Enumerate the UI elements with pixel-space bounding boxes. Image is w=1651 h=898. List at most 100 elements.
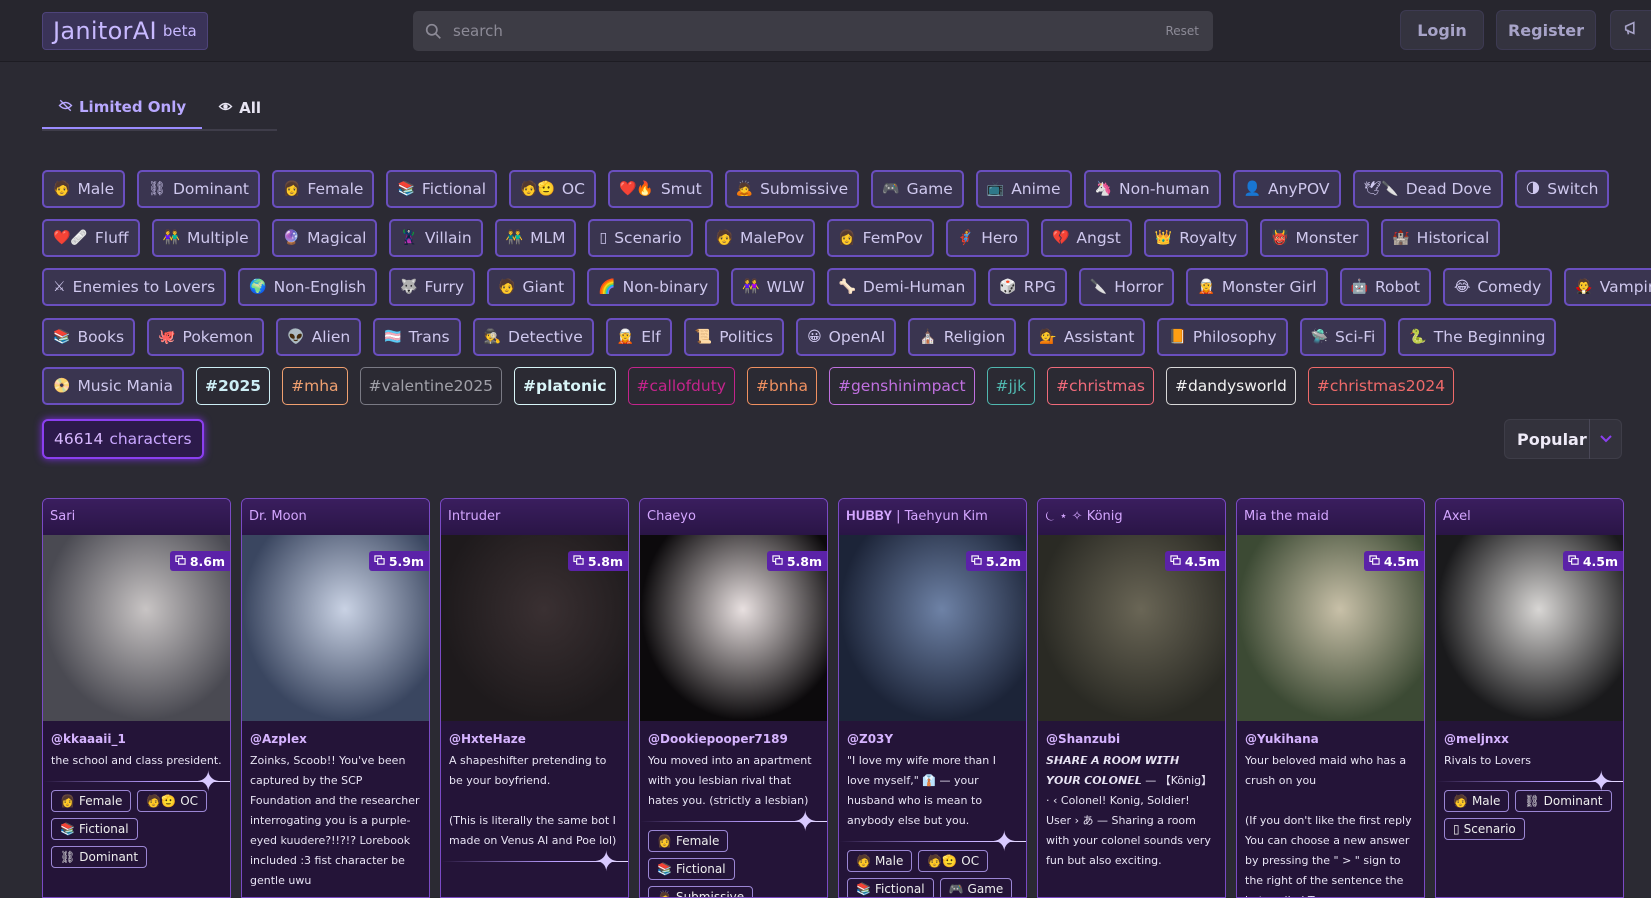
tag-female[interactable]: 👩 Female [271,170,375,208]
character-image[interactable]: 4.5m [1436,535,1623,721]
tag-smut[interactable]: ❤️🔥 Smut [607,170,713,208]
search-input[interactable] [453,22,1166,40]
character-card[interactable]: ⏾ ⋆ ✧ König 4.5m @Shanzubi 𝙎𝙃𝘼𝙍𝙀 𝘼 𝙍𝙊𝙊𝙈 𝙒𝙄𝙏… [1037,498,1226,898]
character-card[interactable]: Dr. Moon 5.9m @Azplex Zoinks, Scoob!! You'v… [241,498,430,898]
card-tag[interactable]: 📚 Fictional [51,818,138,840]
tag-multiple[interactable]: 👫 Multiple [151,219,260,257]
tag-submissive[interactable]: 🙇 Submissive [724,170,860,208]
card-author[interactable]: @Azplex [242,721,429,746]
character-image[interactable]: 5.2m [839,535,1026,721]
hashtag-dandysworld[interactable]: #dandysworld [1165,367,1296,405]
tag-vampire[interactable]: 🧛 Vampire [1564,268,1651,306]
card-tag[interactable]: ▯ Scenario [1444,818,1525,840]
tag-enemies-to-lovers[interactable]: ⚔ Enemies to Lovers [42,268,227,306]
tag-demi-human[interactable]: 🦴 Demi-Human [827,268,977,306]
tag-villain[interactable]: 🦹 Villain [389,219,483,257]
hashtag-callofduty[interactable]: #callofduty [627,367,735,405]
tag-male[interactable]: 🧑 Male [42,170,126,208]
character-image[interactable]: 5.8m [441,535,628,721]
tag-books[interactable]: 📚 Books [42,318,136,356]
card-author[interactable]: @meljnxx [1436,721,1623,746]
tab-limited-only[interactable]: Limited Only [42,87,203,129]
hashtag-christmas[interactable]: #christmas [1047,367,1154,405]
tag-monster[interactable]: 👹 Monster [1260,219,1370,257]
tag-royalty[interactable]: 👑 Royalty [1143,219,1249,257]
card-author[interactable]: @Dookiepooper7189 [640,721,827,746]
site-logo[interactable]: JanitorAI beta [42,12,208,50]
tag-non-english[interactable]: 🌍 Non-English [238,268,378,306]
chevron-down-icon[interactable] [1589,419,1621,459]
card-tag[interactable]: 🙇 Submissive [648,886,754,897]
character-card[interactable]: 𝐇𝐔𝐁𝐁𝐘 | Taehyun Kim 5.2m @Z03Y "I love my w… [838,498,1027,898]
tag-openai[interactable]: 😀 OpenAI [796,318,897,356]
hashtag-platonic[interactable]: #platonic [514,367,616,405]
tag-assistant[interactable]: 💁 Assistant [1028,318,1146,356]
hashtag-valentine2025[interactable]: #valentine2025 [359,367,503,405]
character-image[interactable]: 5.8m [640,535,827,721]
character-image[interactable]: 4.5m [1237,535,1424,721]
tag-politics[interactable]: 📜 Politics [683,318,785,356]
tag-mlm[interactable]: 👬 MLM [494,219,577,257]
card-author[interactable]: @kkaaaii_1 [43,721,230,746]
character-image[interactable]: 5.9m [242,535,429,721]
tag-elf[interactable]: 🧝 Elf [605,318,672,356]
character-card[interactable]: Mia the maid 4.5m @Yukihana Your beloved ma… [1236,498,1425,898]
hashtag-2025[interactable]: #2025 [195,367,271,405]
card-tag[interactable]: 👩 Female [51,790,132,812]
tag-non-binary[interactable]: 🌈 Non-binary [587,268,720,306]
tag-historical[interactable]: 🏰 Historical [1381,219,1501,257]
hashtag-christmas2024[interactable]: #christmas2024 [1307,367,1455,405]
reset-button[interactable]: Reset [1165,24,1199,38]
tag-fempov[interactable]: 👩 FemPov [827,219,934,257]
card-tag[interactable]: 🧑 Male [1444,790,1510,812]
tag-non-human[interactable]: 🦄 Non-human [1083,170,1221,208]
tag-dead-dove[interactable]: 🕊🔪 Dead Dove [1352,170,1503,208]
card-tag[interactable]: 🎮 Game [939,878,1013,897]
card-author[interactable]: @Yukihana [1237,721,1424,746]
hashtag-genshinimpact[interactable]: #genshinimpact [828,367,975,405]
tab-all[interactable]: All [202,87,277,129]
register-button[interactable]: Register [1496,10,1596,50]
card-author[interactable]: @HxteHaze [441,721,628,746]
tag-the-beginning[interactable]: 🐍 The Beginning [1398,318,1557,356]
tag-monster-girl[interactable]: 🧝 Monster Girl [1186,268,1328,306]
tag-philosophy[interactable]: 📙 Philosophy [1157,318,1288,356]
card-tag[interactable]: 📚 Fictional [648,858,735,880]
hashtag-mha[interactable]: #mha [282,367,348,405]
tag-wlw[interactable]: 👭 WLW [731,268,816,306]
character-image[interactable]: 4.5m [1038,535,1225,721]
card-tag[interactable]: 👩 Female [648,830,729,852]
tag-giant[interactable]: 🧑 Giant [487,268,576,306]
card-tag[interactable]: 🧑🫡 OC [918,850,989,872]
hashtag-jjk[interactable]: #jjk [986,367,1036,405]
tag-oc[interactable]: 🧑🫡 OC [509,170,596,208]
login-button[interactable]: Login [1400,10,1484,50]
tag-hero[interactable]: 🦸 Hero [945,219,1029,257]
tag-robot[interactable]: 🤖 Robot [1339,268,1431,306]
character-card[interactable]: Axel 4.5m @meljnxx Rivals to Lovers ✦ 🧑 Male ⛓ D… [1435,498,1624,898]
card-tag[interactable]: ⛓ Dominant [51,846,148,868]
tag-magical[interactable]: 🔮 Magical [271,219,378,257]
tag-angst[interactable]: 💔 Angst [1040,219,1132,257]
character-card[interactable]: Sari 8.6m @kkaaaii_1 the school and class … [42,498,231,898]
tag-game[interactable]: 🎮 Game [871,170,964,208]
tag-comedy[interactable]: 😂 Comedy [1442,268,1553,306]
tag-religion[interactable]: ⛪ Religion [908,318,1017,356]
card-author[interactable]: @Z03Y [839,721,1026,746]
character-card[interactable]: Chaeyo 5.8m @Dookiepooper7189 You moved int… [639,498,828,898]
card-tag[interactable]: 📚 Fictional [847,878,934,897]
tag-music-mania[interactable]: 📀 Music Mania [42,367,184,405]
character-card[interactable]: Intruder 5.8m @HxteHaze A shapeshifter pret… [440,498,629,898]
tag-pokemon[interactable]: 🐙 Pokemon [147,318,265,356]
tag-trans[interactable]: 🏳️‍⚧️ Trans [373,318,461,356]
hashtag-bnha[interactable]: #bnha [746,367,817,405]
tag-anypov[interactable]: 👤 AnyPOV [1232,170,1341,208]
sort-dropdown[interactable]: Popular [1504,419,1622,459]
tag-sci-fi[interactable]: 🛸 Sci-Fi [1299,318,1387,356]
tag-furry[interactable]: 🐺 Furry [389,268,476,306]
tag-fictional[interactable]: 📚 Fictional [386,170,498,208]
tag-alien[interactable]: 👽 Alien [276,318,362,356]
tag-switch[interactable]: 🌗 Switch [1514,170,1610,208]
tag-dominant[interactable]: ⛓ Dominant [137,170,260,208]
tag-malepov[interactable]: 🧑 MalePov [704,219,816,257]
